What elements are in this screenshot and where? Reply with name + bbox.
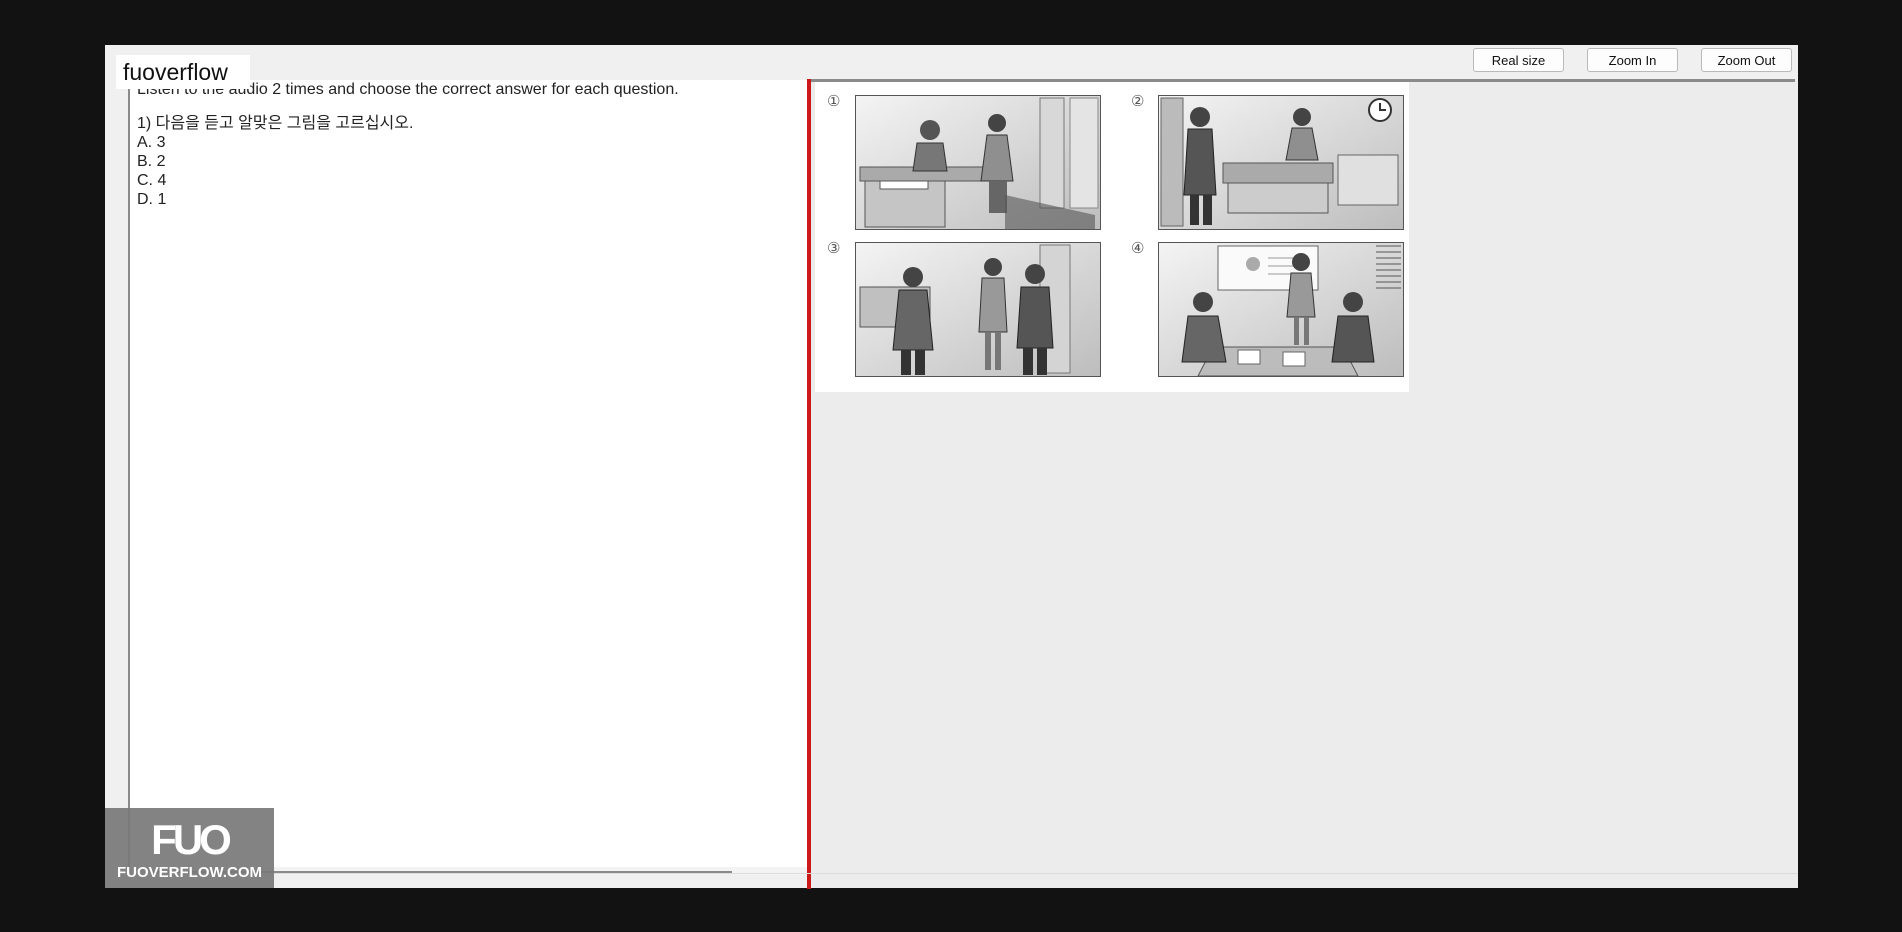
option-value: 2 [156,153,166,170]
question-image: ① ② ③ ④ [815,82,1409,392]
question-pane[interactable]: Listen to the audio 2 times and choose t… [128,80,809,875]
option-value: 3 [156,134,166,151]
option-c: C. 4 [137,171,166,190]
site-logo: FUO FUOVERFLOW.COM [105,808,274,888]
option-letter: B. [137,153,153,170]
panel-number: ③ [827,239,841,257]
option-b: B. 2 [137,152,165,171]
option-value: 1 [157,191,167,208]
office-scene-4-image [1158,242,1404,377]
panel-number: ④ [1131,239,1145,257]
image-pane[interactable]: ① ② ③ ④ [811,79,1798,888]
real-size-button[interactable]: Real size [1473,48,1564,72]
option-letter: D. [137,191,153,208]
option-value: 4 [157,172,167,189]
office-scene-3-image [855,242,1101,377]
zoom-out-button[interactable]: Zoom Out [1701,48,1792,72]
zoom-in-button[interactable]: Zoom In [1587,48,1678,72]
question-title: 1) 다음을 듣고 알맞은 그림을 고르십시오. [137,115,414,132]
office-scene-2-image [1158,95,1404,230]
app-window: Real size Zoom In Zoom Out Listen to the… [105,45,1798,889]
toolbar: Real size Zoom In Zoom Out [105,45,1798,79]
office-scene-1-image [855,95,1101,230]
option-a: A. 3 [137,133,165,152]
status-bar-border [105,873,1798,874]
logo-text: FUOVERFLOW.COM [117,864,262,881]
panel-number: ② [1131,92,1145,110]
panel-number: ① [827,92,841,110]
logo-mark: FUO [151,816,232,863]
watermark-label: fuoverflow [116,55,250,89]
option-letter: C. [137,172,153,189]
option-d: D. 1 [137,190,166,209]
option-letter: A. [137,134,153,151]
